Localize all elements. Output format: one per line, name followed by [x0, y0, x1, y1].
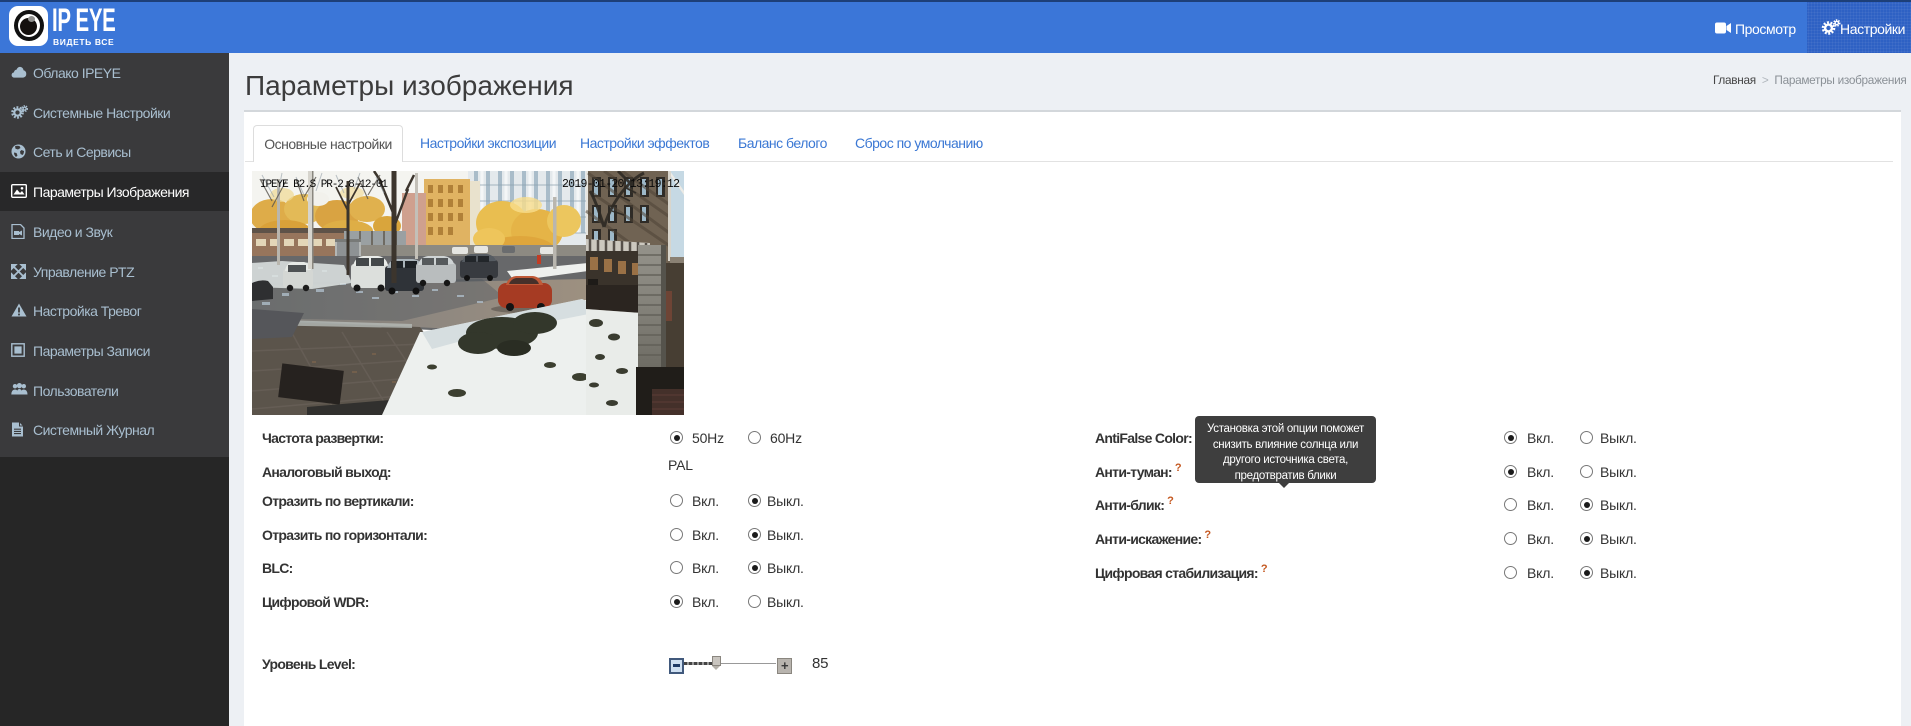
svg-text:IPEYE B2.S PR-2.8-12-01: IPEYE B2.S PR-2.8-12-01 — [260, 179, 388, 191]
svg-text:2019-01-20 13:19:12: 2019-01-20 13:19:12 — [562, 178, 680, 191]
